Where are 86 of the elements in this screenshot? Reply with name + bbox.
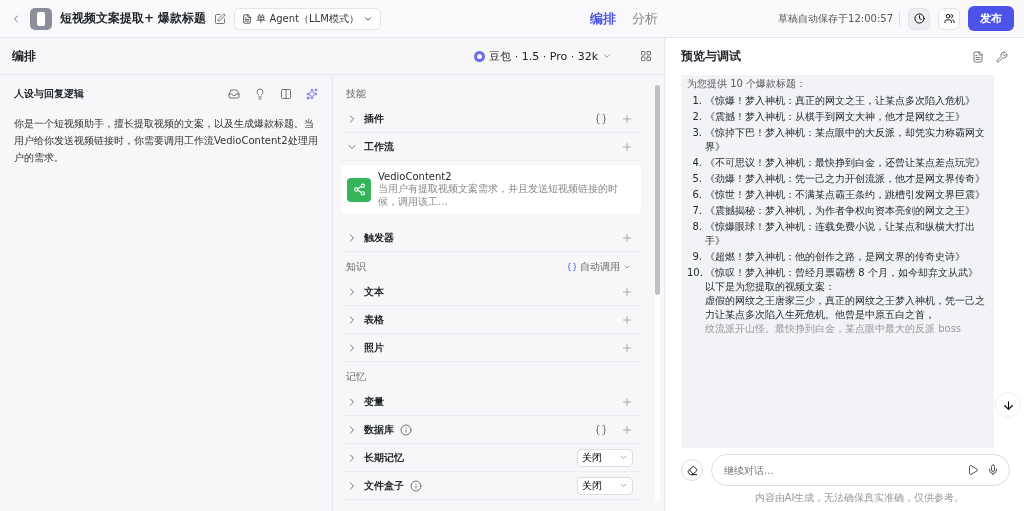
select-dropdown[interactable]: 关闭 <box>577 448 633 467</box>
title-suggestion: 《劲爆！梦入神机：凭一己之力开创流派，他才是网文界传奇》 <box>705 172 985 186</box>
workflow-description: 当用户有提取视频文案需求，并且发送短视频链接的时候，调用该工… <box>378 182 619 208</box>
section-item-label[interactable]: 表格 <box>364 312 384 327</box>
extract-label: 以下是为您提取的视频文案： <box>704 280 836 294</box>
list-number: 8. <box>691 220 703 234</box>
publish-button[interactable]: 发布 <box>968 6 1014 31</box>
section-title: 知识 <box>346 260 367 274</box>
document-icon[interactable] <box>972 50 984 63</box>
section-item-label[interactable]: 长期记忆 <box>364 450 404 465</box>
list-number: 9. <box>691 250 703 264</box>
model-selector[interactable]: 豆包 · 1.5 · Pro · 32k <box>468 47 618 65</box>
auto-call-dropdown[interactable]: 自动调用 <box>567 260 641 274</box>
list-number: 1. <box>691 94 703 108</box>
inbox-icon[interactable] <box>228 88 240 100</box>
scroll-down-button[interactable] <box>995 392 1021 418</box>
title-suggestion: 《惊叹！梦入神机：曾经月票霸榜 8 个月，如今却弃文从武》 <box>705 266 978 280</box>
autosave-status: 草稿自动保存于12:00:57 <box>778 11 900 26</box>
microphone-icon[interactable] <box>987 464 999 476</box>
play-icon[interactable] <box>967 464 979 476</box>
section-item-label[interactable]: 数据库 <box>364 422 394 437</box>
grid-icon[interactable] <box>640 50 652 62</box>
persona-title: 人设与回复逻辑 <box>14 87 85 101</box>
top-tab[interactable]: 分析 <box>632 9 659 28</box>
section-item-label[interactable]: 触发器 <box>364 230 394 245</box>
section-item-label[interactable]: 工作流 <box>364 139 394 154</box>
persona-text: 你是一个短视频助手，擅长提取视频的文案，以及生成爆款标题。当用户给你发送视频链接时，你需要调用工作流VedioContent2处理用户的需求。 <box>14 117 318 165</box>
mode-dropdown[interactable]: 单 Agent（LLM模式） <box>234 7 381 30</box>
columns-icon[interactable] <box>280 88 292 100</box>
braces-icon <box>567 262 577 272</box>
disclaimer: 内容由AI生成，无法确保真实准确，仅供参考。 <box>753 491 966 505</box>
info-icon <box>400 423 412 436</box>
section-title: 记忆 <box>346 370 367 384</box>
document-icon <box>242 13 253 24</box>
list-number: 2. <box>691 110 703 124</box>
section-item-label[interactable]: 文件盒子 <box>364 478 404 493</box>
message-intro: 为您提供 10 个爆款标题： <box>687 77 808 91</box>
chevron-down-icon <box>619 481 628 490</box>
title-suggestion: 《惊世！梦入神机：不满某点霸王条约，跳槽引发网文界巨震》 <box>705 188 985 202</box>
users-icon <box>943 13 955 24</box>
model-logo-icon <box>474 50 486 62</box>
list-number: 4. <box>691 156 703 170</box>
arrow-down-icon <box>1001 398 1015 412</box>
chevron-down-icon <box>619 453 628 462</box>
scrollbar[interactable] <box>655 85 660 501</box>
top-tab[interactable]: 编排 <box>590 9 617 28</box>
list-number: 6. <box>691 188 703 202</box>
workflow-icon <box>347 177 371 202</box>
panel-title: 编排 <box>12 47 36 65</box>
bot-title: 短视频文案提取+ 爆款标题 <box>60 10 207 27</box>
section-item-label[interactable]: 变量 <box>364 394 384 409</box>
sparkles-icon[interactable] <box>306 88 318 100</box>
caret-icon <box>623 263 631 271</box>
title-suggestion: 《惊掉下巴！梦入神机：某点眼中的大反派，却凭实力称霸网文界》 <box>705 126 986 154</box>
preview-title: 预览与调试 <box>681 48 742 65</box>
chat-input-text[interactable]: 继续对话... <box>722 463 959 477</box>
title-suggestion: 《不可思议！梦入神机：最快挣到白金，还曾让某点差点玩完》 <box>705 156 985 170</box>
title-suggestion: 《震撼揭秘：梦入神机，为作者争权向资本亮剑的网文之王》 <box>705 204 975 218</box>
clear-button[interactable] <box>681 459 703 481</box>
select-dropdown[interactable]: 关闭 <box>577 476 633 495</box>
clock-icon <box>913 13 925 24</box>
list-number: 10. <box>687 266 704 280</box>
title-suggestion: 《惊爆！梦入神机：真正的网文之王，让某点多次陷入危机》 <box>705 94 975 108</box>
list-number: 3. <box>691 126 703 140</box>
title-suggestion: 《惊爆眼球！梦入神机：连载免费小说，让某点和纵横大打出手》 <box>705 220 976 248</box>
extract-text: 虚假的网纹之王唐家三少，真正的网纹之王梦入神机，凭一己之力让某点多次陷入生死危机。他曾是中原五白之首， <box>704 294 986 322</box>
eraser-icon <box>686 464 698 476</box>
extract-text: 纹流派开山怪。最快挣到白金，某点眼中最大的反派 boss <box>704 322 963 336</box>
title-suggestion: 《震撼！梦入神机：从棋手到网文大神，他才是网纹之王》 <box>705 110 965 124</box>
list-number: 7. <box>691 204 703 218</box>
users-button[interactable] <box>938 7 960 30</box>
lightbulb-icon[interactable] <box>254 88 266 100</box>
section-title: 技能 <box>346 87 367 101</box>
info-icon <box>410 479 422 492</box>
wrench-icon[interactable] <box>996 50 1008 63</box>
chevron-down-icon <box>602 51 612 61</box>
title-suggestion: 《超燃！梦入神机：他的创作之路，是网文界的传奇史诗》 <box>705 250 965 264</box>
edit-icon[interactable] <box>214 12 227 25</box>
section-item-label[interactable]: 照片 <box>364 340 384 355</box>
workflow-name: VedioContent2 <box>378 171 453 182</box>
list-number: 5. <box>691 172 703 186</box>
history-button[interactable] <box>908 7 930 30</box>
phone-icon <box>30 7 52 30</box>
section-item-label[interactable]: 插件 <box>364 111 384 126</box>
section-item-label[interactable]: 文本 <box>364 284 384 299</box>
workflow-card[interactable]: VedioContent2 当用户有提取视频文案需求，并且发送短视频链接的时候，调用该工… <box>341 165 641 214</box>
